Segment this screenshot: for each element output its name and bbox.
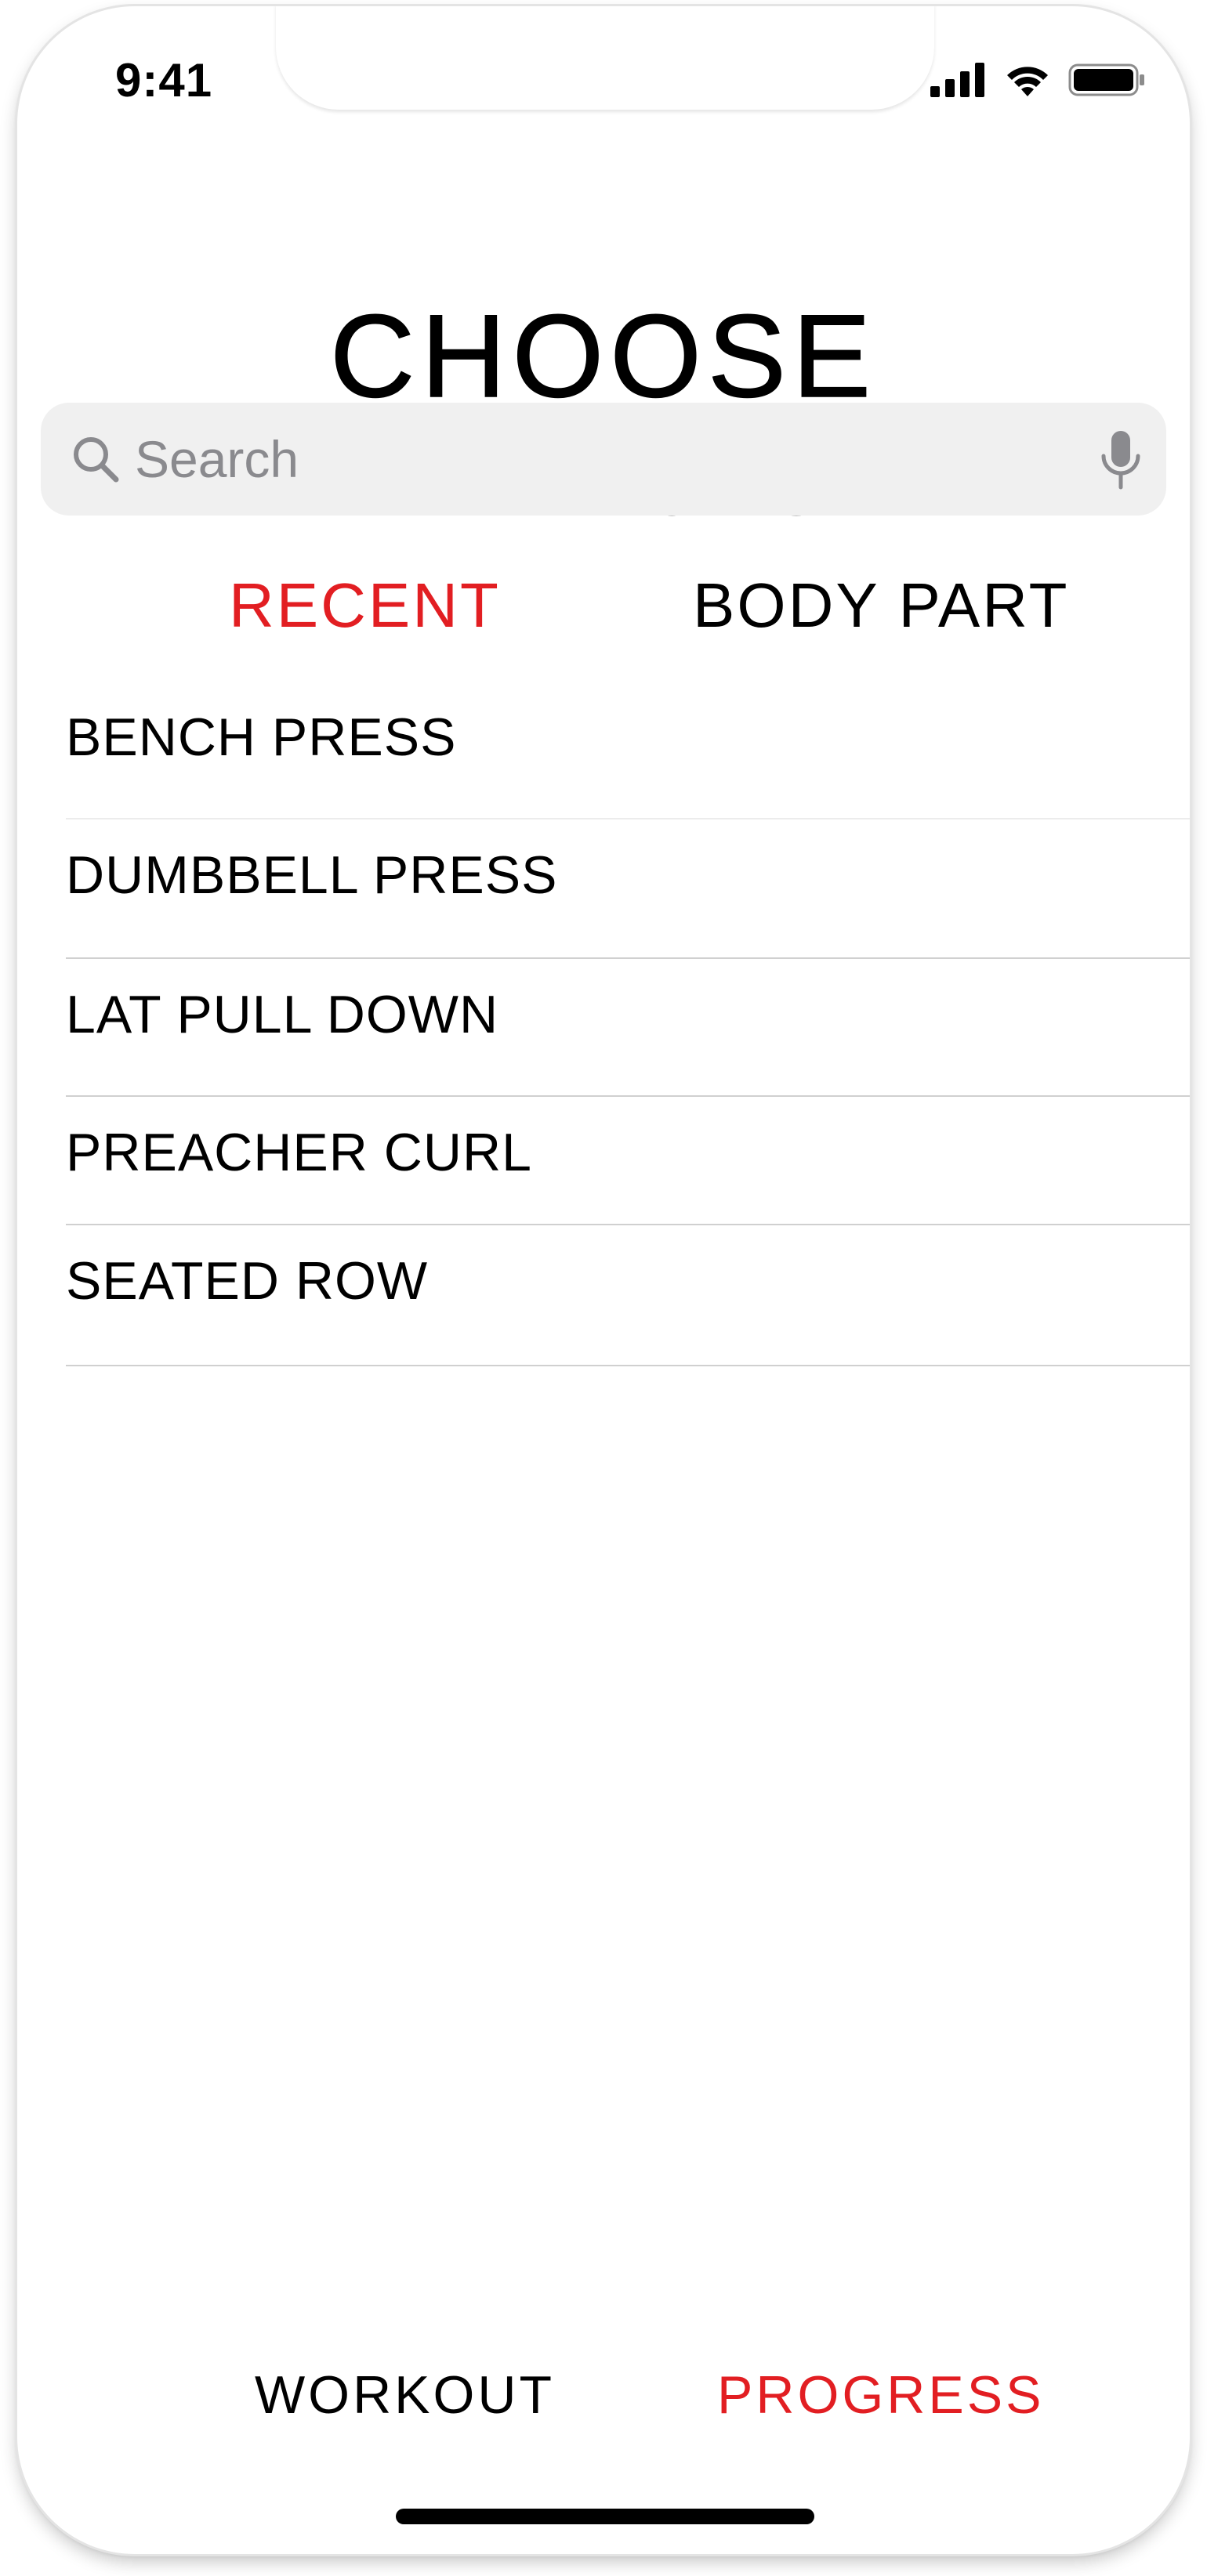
filter-tabs: RECENT BODY PART: [17, 566, 1190, 645]
bottom-nav: WORKOUT PROGRESS: [17, 2364, 1190, 2435]
search-input[interactable]: [135, 425, 1036, 494]
tab-body-part[interactable]: BODY PART: [693, 566, 1069, 645]
exercise-label: BENCH PRESS: [66, 707, 457, 767]
exercise-label: PREACHER CURL: [66, 1123, 532, 1182]
exercise-list: BENCH PRESS DUMBBELL PRESS LAT PULL DOWN…: [66, 682, 1190, 1366]
signal-icon: [930, 63, 984, 97]
exercise-label: SEATED ROW: [66, 1251, 429, 1311]
status-time: 9:41: [115, 54, 213, 107]
tab-recent[interactable]: RECENT: [229, 566, 501, 645]
battery-icon: [1068, 63, 1144, 96]
home-indicator[interactable]: [396, 2509, 814, 2524]
exercise-item-dumbbell-press[interactable]: DUMBBELL PRESS: [66, 819, 1190, 959]
nav-progress[interactable]: PROGRESS: [717, 2364, 1044, 2426]
status-icons: [930, 61, 1147, 99]
phone-frame: 9:41 CHOOSE EXERCISE: [17, 6, 1190, 2554]
device-notch: [276, 6, 934, 110]
exercise-label: LAT PULL DOWN: [66, 985, 499, 1044]
search-icon: [74, 437, 119, 483]
exercise-item-lat-pull-down[interactable]: LAT PULL DOWN: [66, 959, 1190, 1097]
exercise-item-seated-row[interactable]: SEATED ROW: [66, 1225, 1190, 1366]
search-bar[interactable]: [41, 403, 1166, 516]
exercise-item-preacher-curl[interactable]: PREACHER CURL: [66, 1097, 1190, 1225]
nav-workout[interactable]: WORKOUT: [255, 2364, 555, 2426]
exercise-label: DUMBBELL PRESS: [66, 845, 558, 905]
microphone-icon[interactable]: [1099, 429, 1143, 490]
exercise-item-bench-press[interactable]: BENCH PRESS: [66, 682, 1190, 819]
wifi-icon: [1007, 67, 1048, 96]
